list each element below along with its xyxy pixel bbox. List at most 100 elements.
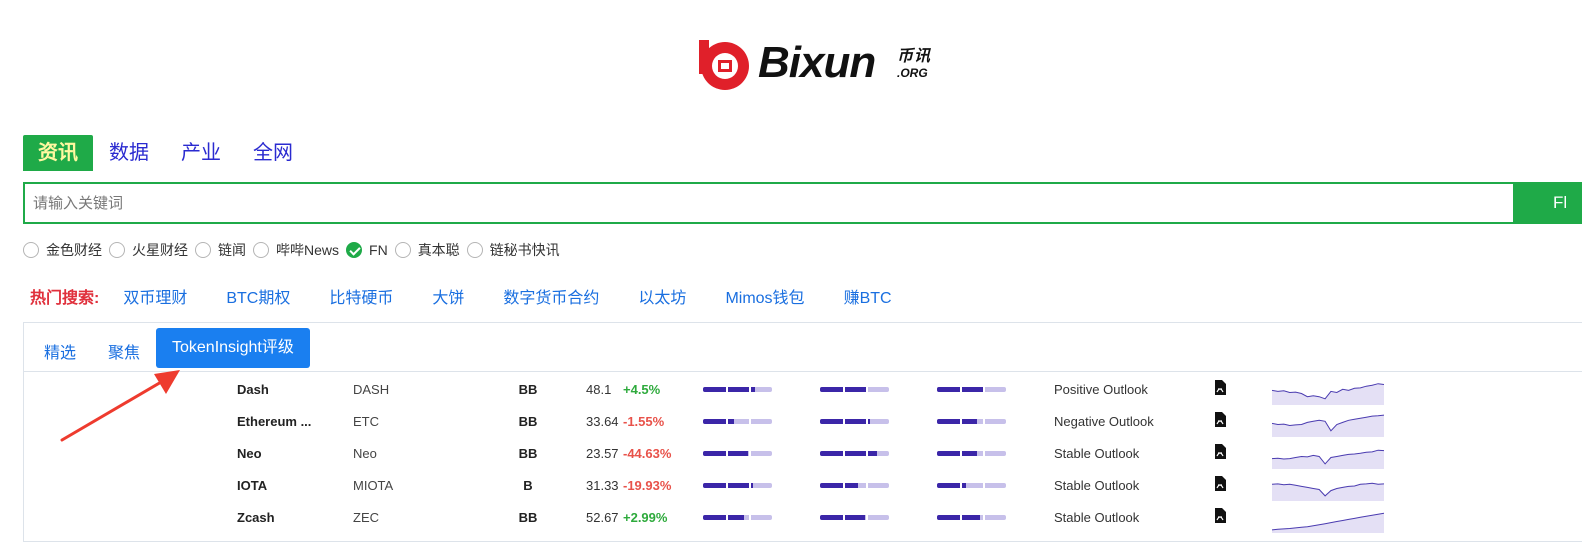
pdf-icon[interactable]: [1214, 444, 1226, 459]
tab-tokeninsight-rating[interactable]: TokenInsight评级: [156, 328, 310, 368]
score-bar: [703, 483, 772, 488]
hot-search-link[interactable]: 大饼: [432, 284, 464, 308]
score-bar-divider: [982, 515, 985, 520]
pdf-icon[interactable]: [1214, 476, 1226, 491]
score-bar-divider: [725, 419, 728, 424]
radio-icon[interactable]: [195, 242, 211, 258]
score-bar-divider: [842, 515, 845, 520]
radio-icon[interactable]: [466, 242, 483, 258]
source-label: 火星财经: [132, 242, 188, 258]
tab-featured[interactable]: 精选: [44, 339, 76, 363]
hot-search-link[interactable]: 比特硬币: [329, 284, 393, 308]
source-option-jinse[interactable]: 金色财经: [23, 240, 102, 260]
hot-search: 热门搜索: 双币理财 BTC期权 比特硬币 大饼 数字货币合约 以太坊 Mimo…: [30, 285, 931, 307]
score-bar-fill: [703, 419, 735, 424]
hot-search-link[interactable]: 双币理财: [123, 284, 187, 308]
hot-search-link[interactable]: 数字货币合约: [503, 284, 599, 308]
score-bar: [820, 387, 889, 392]
source-option-lianwen[interactable]: 链闻: [195, 240, 246, 260]
coin-symbol: ETC: [353, 414, 379, 429]
score-bar: [820, 483, 889, 488]
source-option-bibi-news[interactable]: 哔哔News: [253, 240, 339, 260]
score-bar-divider: [865, 483, 868, 488]
score-bar-divider: [748, 387, 751, 392]
sparkline-area: [1272, 483, 1384, 501]
coin-symbol: ZEC: [353, 510, 379, 525]
search-button[interactable]: Fl: [1515, 182, 1582, 224]
hot-search-link[interactable]: BTC期权: [226, 284, 290, 308]
tab-focus[interactable]: 聚焦: [108, 339, 140, 363]
score-bar: [937, 483, 1006, 488]
source-option-zhenbencong[interactable]: 真本聪: [394, 240, 460, 260]
tab-all-web[interactable]: 全网: [237, 135, 309, 171]
logo-side: 币讯 .ORG: [897, 48, 947, 80]
rating-grade: BB: [518, 446, 538, 461]
score-bar-divider: [865, 451, 868, 456]
sparkline: [1272, 383, 1384, 405]
source-option-lianmishu[interactable]: 链秘书快讯: [466, 240, 560, 260]
score-bar: [703, 515, 772, 520]
score-bar-divider: [959, 419, 962, 424]
score-bar-divider: [982, 483, 985, 488]
site-logo[interactable]: Bixun 币讯 .ORG: [696, 34, 946, 94]
score-bar: [820, 419, 889, 424]
coin-name: Ethereum ...: [237, 414, 312, 429]
sparkline-area: [1272, 450, 1384, 469]
coin-symbol: DASH: [353, 382, 390, 397]
score-bar-fill: [937, 515, 980, 520]
pdf-icon[interactable]: [1214, 380, 1226, 395]
score-bar: [703, 451, 772, 456]
tab-industry[interactable]: 产业: [165, 135, 237, 171]
score-bar: [703, 387, 772, 392]
radio-icon[interactable]: [394, 242, 411, 258]
rating-change: +4.5%: [623, 382, 661, 397]
source-label: 链闻: [218, 242, 246, 258]
sparkline: [1272, 482, 1384, 501]
hot-search-link[interactable]: 以太坊: [638, 284, 686, 308]
radio-icon[interactable]: [109, 242, 125, 258]
table-row[interactable]: Ethereum ... ETC BB 33.64 -1.55% Negativ…: [24, 407, 1424, 439]
table-row[interactable]: IOTA MIOTA B 31.33 -19.93% Stable Outloo…: [24, 471, 1424, 503]
coin-name: Zcash: [237, 510, 275, 525]
score-bar-fill: [937, 451, 978, 456]
score-bar-divider: [959, 483, 962, 488]
tab-news[interactable]: 资讯: [23, 135, 93, 171]
radio-icon[interactable]: [253, 242, 269, 258]
score-bar-divider: [725, 451, 728, 456]
score-bar-divider: [959, 515, 962, 520]
tab-data[interactable]: 数据: [93, 135, 165, 171]
table-row[interactable]: Zcash ZEC BB 52.67 +2.99% Stable Outlook: [24, 503, 1424, 535]
search-input[interactable]: [25, 184, 1513, 222]
source-option-fn[interactable]: FN: [346, 242, 388, 258]
rating-change: +2.99%: [623, 510, 668, 525]
hot-search-link[interactable]: Mimos钱包: [725, 284, 804, 308]
score-bar-divider: [982, 387, 985, 392]
score-bar: [820, 451, 889, 456]
score-bar-divider: [959, 451, 962, 456]
rating-outlook: Positive Outlook: [1054, 382, 1148, 397]
table-row[interactable]: Neo Neo BB 23.57 -44.63% Stable Outlook: [24, 439, 1424, 471]
source-option-huoxing[interactable]: 火星财经: [109, 240, 188, 260]
coin-symbol: Neo: [353, 446, 377, 461]
logo-text: Bixun: [758, 38, 876, 87]
pdf-icon[interactable]: [1214, 508, 1226, 523]
source-label: 真本聪: [417, 242, 460, 258]
radio-icon[interactable]: [23, 242, 39, 258]
score-bar-fill: [820, 483, 858, 488]
check-icon[interactable]: [346, 242, 363, 258]
score-bar: [937, 419, 1006, 424]
coin-name: IOTA: [237, 478, 268, 493]
logo-org-text: .ORG: [897, 66, 928, 80]
coin-name: Neo: [237, 446, 262, 461]
sparkline: [1272, 414, 1384, 437]
pdf-icon[interactable]: [1214, 412, 1226, 427]
rating-grade: BB: [518, 382, 538, 397]
score-bar-divider: [748, 515, 751, 520]
hot-search-link[interactable]: 赚BTC: [844, 284, 892, 308]
table-row[interactable]: Dash DASH BB 48.1 +4.5% Positive Outlook: [24, 375, 1424, 407]
score-bar: [820, 515, 889, 520]
score-bar-divider: [725, 387, 728, 392]
rating-outlook: Stable Outlook: [1054, 478, 1140, 493]
panel-tabs: 精选 聚焦 TokenInsight评级: [24, 323, 1582, 372]
category-tabs: 资讯 数据 产业 全网: [23, 135, 309, 171]
